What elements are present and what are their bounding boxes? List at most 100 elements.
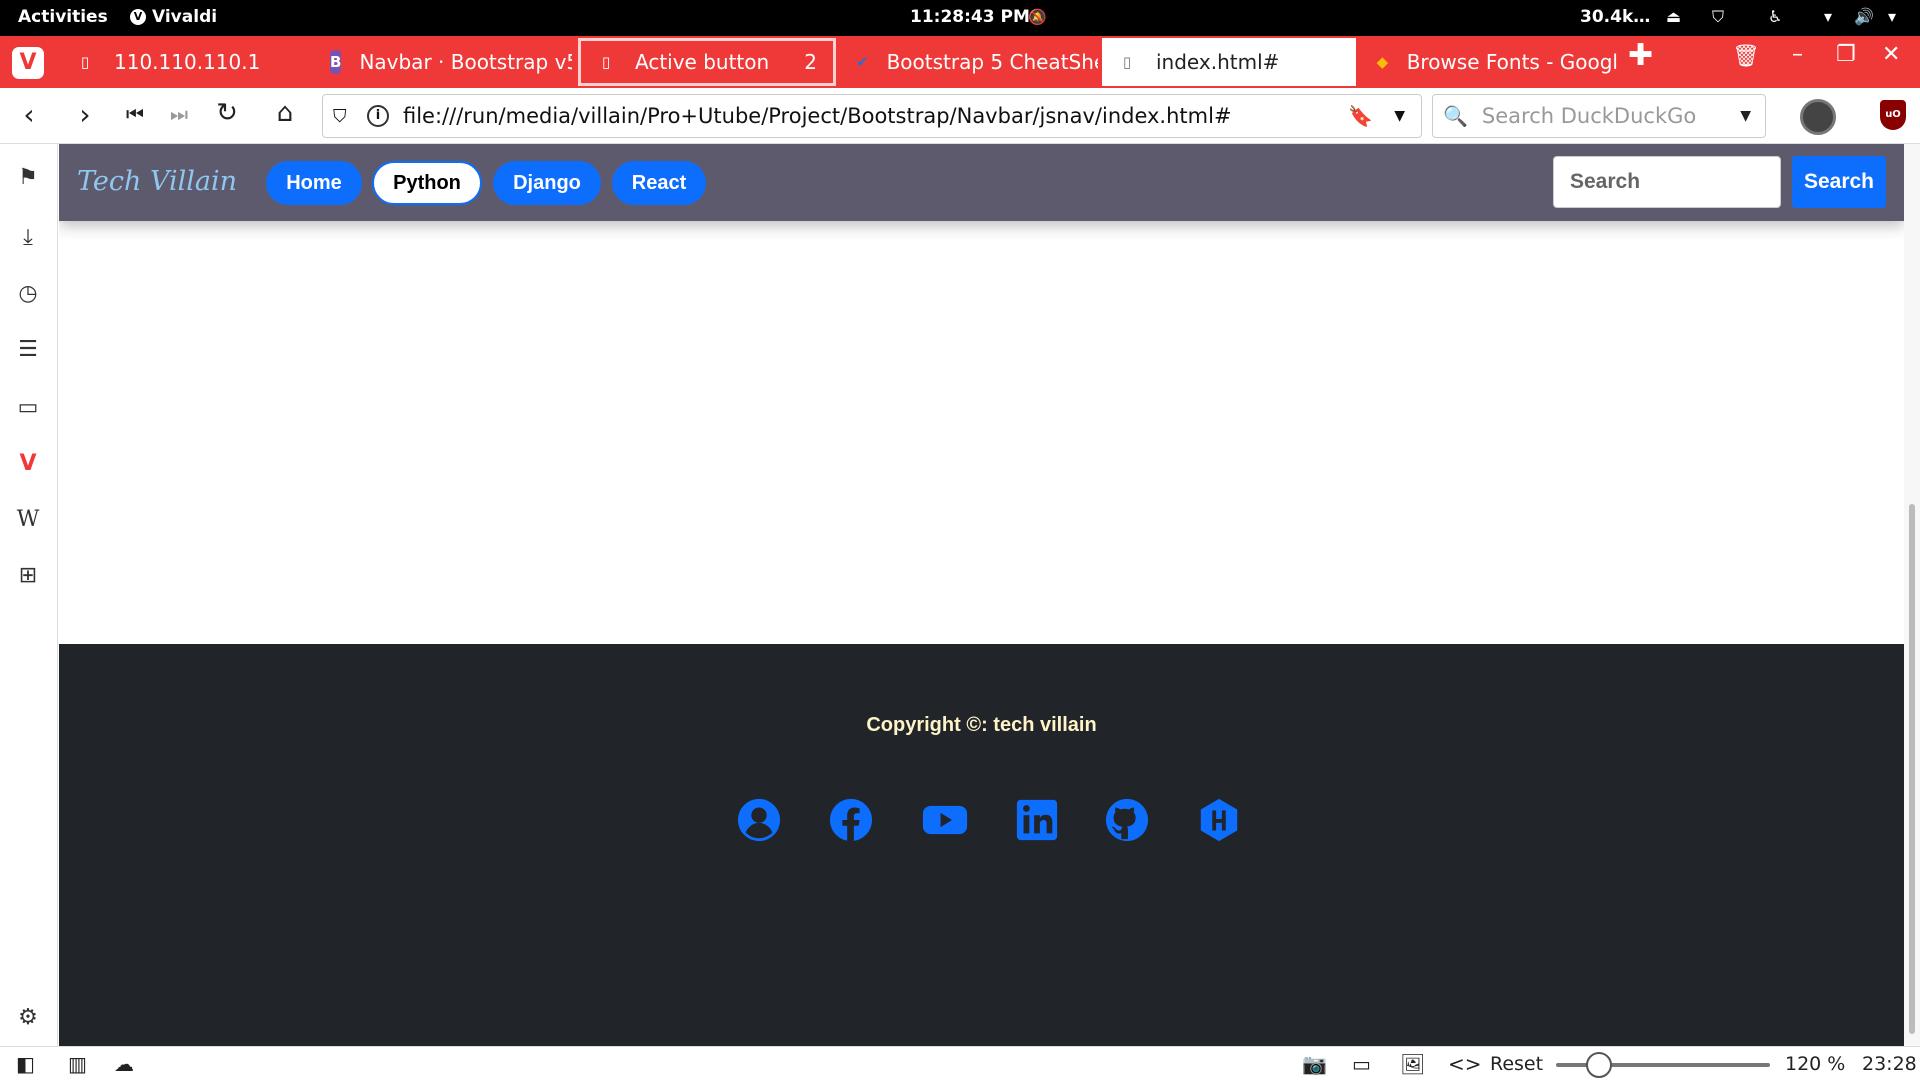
shield-icon[interactable]: ⛉ (333, 106, 355, 127)
page-viewport: Tech Villain Home Python Django React Se… (59, 144, 1904, 1046)
bootstrap-icon: B (330, 50, 342, 74)
chevron-down-icon[interactable]: ▼ (1394, 108, 1405, 124)
nav-home-button[interactable]: Home (266, 161, 362, 205)
tab-active-button[interactable]: ▯ Active button 2 (578, 38, 836, 86)
page-icon: ▯ (80, 53, 90, 71)
vivaldi-panel-icon[interactable]: V (14, 450, 42, 478)
statusbar-clock: 23:28 (1862, 1053, 1917, 1075)
site-navbar: Tech Villain Home Python Django React Se… (59, 144, 1904, 221)
tab-stack-count: 2 (804, 50, 817, 74)
app-name: Vivaldi (152, 7, 218, 27)
zoom-reset-button[interactable]: Reset (1490, 1053, 1543, 1075)
tab-bootstrap-cheatsheet[interactable]: ✔ Bootstrap 5 CheatShe (842, 38, 1098, 86)
history-panel-icon[interactable]: ◷ (14, 280, 42, 308)
user-circle-icon[interactable] (729, 796, 789, 844)
activities-button[interactable]: Activities (18, 7, 108, 27)
tab-title: Active button (635, 50, 770, 74)
network-speed[interactable]: 30.4k… (1580, 7, 1650, 27)
settings-gear-icon[interactable]: ⚙ (14, 1004, 42, 1032)
eject-icon[interactable]: ⏏ (1666, 7, 1681, 26)
tab-title: Bootstrap 5 CheatShe (886, 50, 1098, 74)
ublock-origin-icon[interactable]: uO (1880, 100, 1906, 130)
fast-forward-button[interactable]: ⏭ (162, 102, 196, 126)
search-icon[interactable]: 🔍 (1443, 104, 1468, 128)
wifi-icon[interactable]: ▾ (1824, 7, 1832, 26)
site-brand[interactable]: Tech Villain (77, 166, 237, 197)
page-actions-icon[interactable]: <> (1448, 1052, 1482, 1076)
volume-icon[interactable]: 🔊 (1854, 7, 1874, 26)
youtube-icon[interactable] (914, 796, 976, 844)
site-footer: Copyright ©: tech villain (59, 644, 1904, 1046)
tab-110[interactable]: ▯ 110.110.110.1 (60, 38, 310, 86)
tab-title: Browse Fonts - Googl (1406, 50, 1618, 74)
panel-toggle-icon[interactable]: ◧ (16, 1052, 35, 1076)
profile-avatar[interactable] (1800, 99, 1836, 135)
vivaldi-menu-button[interactable]: V (12, 47, 44, 79)
site-search-input[interactable]: Search (1553, 156, 1781, 208)
rewind-button[interactable]: ⏮ (118, 102, 152, 126)
wikipedia-panel-icon[interactable]: W (14, 506, 42, 534)
url-text: file:///run/media/villain/Pro+Utube/Proj… (403, 104, 1232, 128)
footer-copyright: Copyright ©: tech villain (866, 714, 1097, 736)
checkmark-favicon-icon: ✔ (856, 53, 869, 71)
status-bar: ◧ ▥ ☁ 📷 ▭ 🖼 <> Reset 120 % 23:28 (0, 1046, 1920, 1080)
tab-google-fonts[interactable]: ◆ Browse Fonts - Googl (1362, 38, 1618, 86)
tab-index-html[interactable]: ▯ index.html# (1102, 38, 1356, 86)
cloud-sync-icon[interactable]: ☁ (114, 1052, 134, 1076)
page-icon: ▯ (1122, 53, 1132, 71)
add-web-panel-icon[interactable]: ⊞ (14, 562, 42, 590)
tab-tiling-icon[interactable]: ▥ (68, 1052, 87, 1076)
search-engine-field[interactable]: 🔍 Search DuckDuckGo ▼ (1432, 94, 1766, 138)
page-scrollbar[interactable] (1904, 144, 1920, 1046)
tab-bar: V ▯ 110.110.110.1 B Navbar · Bootstrap v… (0, 36, 1920, 88)
facebook-icon[interactable] (821, 796, 881, 844)
nav-python-button[interactable]: Python (372, 161, 482, 205)
system-top-bar: Activities V Vivaldi 11:28:43 PM 🔕 30.4k… (0, 0, 1920, 36)
side-panel: ⚑ ⤓ ◷ ☰ ▭ V W ⊞ ⚙ (0, 144, 58, 1046)
tab-navbar-bootstrap[interactable]: B Navbar · Bootstrap v5 (316, 38, 572, 86)
window-tiling-icon[interactable]: ▭ (1352, 1052, 1371, 1076)
capture-camera-icon[interactable]: 📷 (1302, 1052, 1327, 1076)
power-menu-icon[interactable]: ▾ (1888, 7, 1896, 26)
image-toggle-icon[interactable]: 🖼 (1400, 1052, 1425, 1076)
nav-react-button[interactable]: React (612, 161, 706, 205)
close-window-button[interactable]: ✕ (1882, 42, 1900, 67)
notifications-muted-icon: 🔕 (1028, 8, 1047, 26)
reload-button[interactable]: ↻ (210, 98, 244, 128)
linkedin-icon[interactable] (1007, 796, 1067, 844)
notes-panel-icon[interactable]: ☰ (14, 336, 42, 364)
nav-django-button[interactable]: Django (493, 161, 601, 205)
tab-title: Navbar · Bootstrap v5 (359, 50, 572, 74)
tab-title: 110.110.110.1 (114, 50, 261, 74)
zoom-level: 120 % (1785, 1053, 1846, 1075)
url-field[interactable]: ⛉ i file:///run/media/villain/Pro+Utube/… (322, 94, 1422, 138)
accessibility-icon[interactable]: ♿ (1768, 7, 1782, 26)
new-tab-button[interactable]: ✚ (1628, 38, 1653, 73)
back-button[interactable]: ‹ (12, 98, 46, 131)
site-info-icon[interactable]: i (367, 105, 389, 127)
zoom-slider[interactable] (1556, 1052, 1770, 1078)
address-toolbar: ‹ › ⏮ ⏭ ↻ ⌂ ⛉ i file:///run/media/villai… (0, 88, 1920, 144)
hackerrank-icon[interactable] (1189, 796, 1249, 844)
scrollbar-thumb[interactable] (1909, 504, 1915, 1034)
google-fonts-icon: ◆ (1376, 53, 1389, 71)
page-icon: ▯ (601, 53, 611, 71)
search-placeholder: Search DuckDuckGo (1481, 104, 1697, 128)
bookmark-icon[interactable]: 🔖 (1348, 104, 1373, 128)
downloads-panel-icon[interactable]: ⤓ (14, 224, 42, 252)
app-menu[interactable]: V Vivaldi (130, 7, 217, 27)
github-icon[interactable] (1097, 796, 1157, 844)
maximize-button[interactable]: ❐ (1836, 42, 1856, 67)
minimize-button[interactable]: – (1792, 42, 1803, 67)
shield-tray-icon[interactable]: ⛉ (1712, 7, 1724, 27)
zoom-slider-knob[interactable] (1585, 1052, 1612, 1078)
system-clock[interactable]: 11:28:43 PM (910, 7, 1030, 27)
vivaldi-logo-icon: V (130, 9, 146, 25)
chevron-down-icon[interactable]: ▼ (1740, 108, 1751, 124)
window-panel-icon[interactable]: ▭ (14, 394, 42, 422)
home-button[interactable]: ⌂ (268, 98, 302, 128)
site-search-button[interactable]: Search (1792, 156, 1886, 208)
forward-button[interactable]: › (68, 98, 102, 131)
bookmarks-panel-icon[interactable]: ⚑ (14, 164, 42, 192)
trash-icon[interactable]: 🗑 (1732, 44, 1760, 69)
